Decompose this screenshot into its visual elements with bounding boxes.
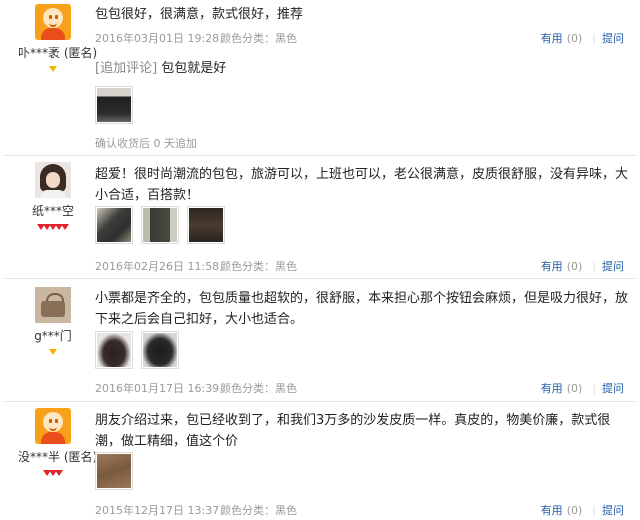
review-actions: 有用 (0) | 提问	[540, 382, 624, 395]
ask-button[interactable]: 提问	[602, 382, 624, 395]
reviewer-block: g***门	[28, 287, 78, 356]
review-meta: 2015年12月17日 13:37 颜色分类：黑色	[95, 502, 297, 518]
review-photos	[95, 86, 141, 124]
divider	[4, 155, 636, 156]
review-content: 朋友介绍过来，包已经收到了，和我们3万多的沙发皮质一样。真皮的，物美价廉，款式很…	[95, 413, 611, 449]
append-review: [追加评论] 包包就是好	[95, 58, 635, 79]
useful-count: (0)	[566, 260, 583, 273]
review-photo-thumb[interactable]	[187, 206, 225, 244]
review-meta: 2016年01月17日 16:39 颜色分类：黑色	[95, 380, 297, 396]
review-photos	[95, 452, 141, 490]
review-variant: 颜色分类：黑色	[220, 32, 297, 45]
divider	[4, 278, 636, 279]
ask-button[interactable]: 提问	[602, 260, 624, 273]
avatar[interactable]	[35, 408, 71, 444]
review-content: 包包很好，很满意，款式很好，推荐	[95, 7, 304, 22]
review-date: 2016年01月17日 16:39	[95, 382, 220, 395]
review-variant: 颜色分类：黑色	[220, 382, 297, 395]
review-photo-thumb[interactable]	[141, 206, 179, 244]
avatar[interactable]	[35, 4, 71, 40]
review-variant: 颜色分类：黑色	[220, 260, 297, 273]
reviewer-block: 没***半 (匿名)	[18, 408, 97, 477]
ask-button[interactable]: 提问	[602, 504, 624, 517]
reviewer-name: g***门	[34, 329, 72, 343]
append-content: 包包就是好	[161, 61, 227, 76]
gem-icon	[49, 66, 57, 72]
append-label: [追加评论]	[95, 61, 158, 76]
review-actions: 有用 (0) | 提问	[540, 260, 624, 273]
reviewer-block: 纸***空	[28, 162, 78, 231]
reviewer-name: 纸***空	[31, 204, 74, 218]
useful-count: (0)	[566, 382, 583, 395]
gem-icon	[49, 349, 57, 355]
review-photos	[95, 331, 187, 369]
useful-count: (0)	[566, 32, 583, 45]
review-date: 2016年03月01日 19:28	[95, 32, 220, 45]
review-photo-thumb[interactable]	[141, 331, 179, 369]
review-photo-thumb[interactable]	[95, 452, 133, 490]
gem-icon	[61, 224, 69, 230]
review-variant: 颜色分类：黑色	[220, 504, 297, 517]
reviewer-block: 卟***袤 (匿名)	[18, 4, 97, 73]
useful-button[interactable]: 有用	[541, 504, 563, 517]
review-content: 超爱！很时尚潮流的包包，旅游可以，上班也可以，老公很满意，皮质很舒服，没有异味，…	[95, 167, 629, 203]
gem-icon	[55, 470, 63, 476]
avatar[interactable]	[35, 287, 71, 323]
reviewer-level-badge	[28, 221, 78, 231]
reviewer-level-badge	[28, 63, 78, 73]
review-photo-thumb[interactable]	[95, 331, 133, 369]
reviewer-name: 卟***袤 (匿名)	[18, 46, 98, 60]
ask-button[interactable]: 提问	[602, 32, 624, 45]
review-actions: 有用 (0) | 提问	[540, 32, 624, 45]
reviewer-level-badge	[28, 467, 78, 477]
useful-button[interactable]: 有用	[541, 382, 563, 395]
reviewer-name: 没***半 (匿名)	[18, 450, 98, 464]
review-meta: 2016年02月26日 11:58 颜色分类：黑色	[95, 258, 297, 274]
useful-count: (0)	[566, 504, 583, 517]
review-meta: 2016年03月01日 19:28 颜色分类：黑色	[95, 30, 297, 46]
review-content: 小票都是齐全的，包包质量也超软的，很舒服，本来担心那个按钮会麻烦，但是吸力很好，…	[95, 291, 629, 327]
review-date: 2016年02月26日 11:58	[95, 260, 220, 273]
append-confirm-text: 确认收货后 0 天追加	[95, 137, 197, 150]
review-date: 2015年12月17日 13:37	[95, 504, 220, 517]
review-actions: 有用 (0) | 提问	[540, 504, 624, 517]
review-photo-thumb[interactable]	[95, 86, 133, 124]
review-photo-thumb[interactable]	[95, 206, 133, 244]
useful-button[interactable]: 有用	[541, 260, 563, 273]
review-photos	[95, 206, 233, 244]
reviewer-level-badge	[28, 346, 78, 356]
divider	[4, 401, 636, 402]
useful-button[interactable]: 有用	[541, 32, 563, 45]
avatar[interactable]	[35, 162, 71, 198]
